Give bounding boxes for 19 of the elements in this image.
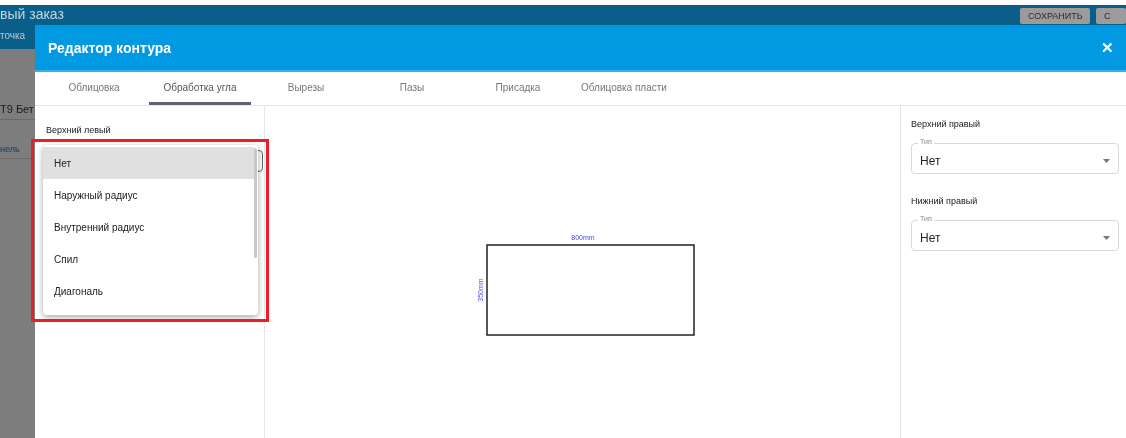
tab[interactable]: Пазы xyxy=(361,72,463,105)
caret-icon xyxy=(1103,235,1110,240)
tab[interactable]: Присадка xyxy=(467,72,569,105)
close-button[interactable]: ✕ xyxy=(1101,38,1114,57)
page-title: вый заказ xyxy=(0,6,64,22)
section-title: Верхний левый xyxy=(46,125,111,135)
tab[interactable]: Обработка угла xyxy=(149,72,251,105)
dialog-title: Редактор контура xyxy=(48,39,172,56)
tab[interactable]: Облицовка пласти xyxy=(573,72,675,105)
save-button[interactable]: С xyxy=(1096,8,1126,24)
caret-icon xyxy=(1103,158,1110,163)
section-title: Нижний правый xyxy=(911,196,979,206)
menu-item[interactable]: Нет xyxy=(43,147,254,179)
scrollbar[interactable] xyxy=(254,148,257,258)
section-title: Верхний правый xyxy=(911,119,982,129)
save-button[interactable]: СОХРАНИТЬ xyxy=(1020,8,1090,24)
page-subtitle: точка xyxy=(0,30,27,41)
tab[interactable]: Вырезы xyxy=(255,72,357,105)
tab[interactable]: Облицовка xyxy=(43,72,145,105)
